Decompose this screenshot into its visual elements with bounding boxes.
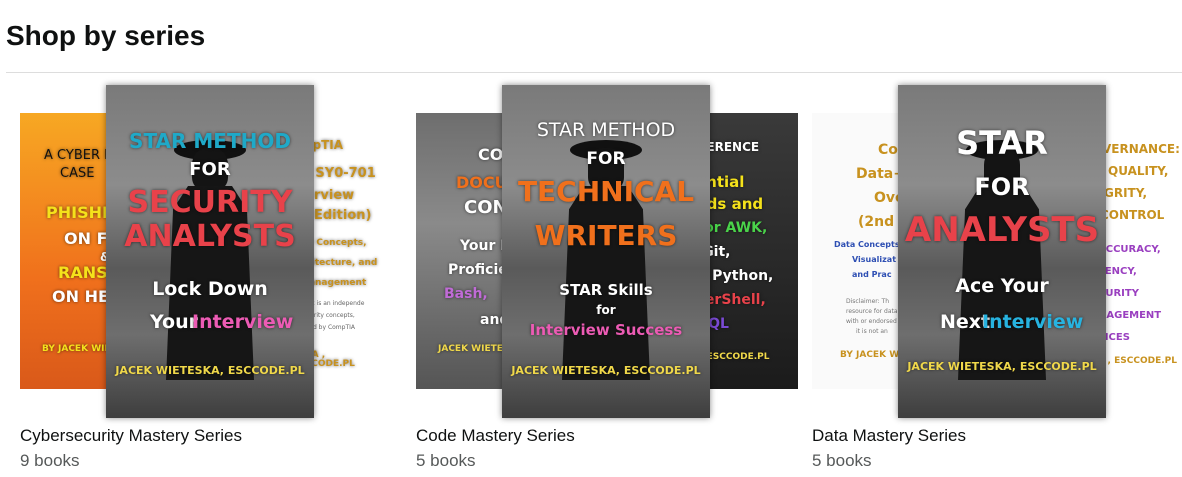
cover-text: SQL xyxy=(698,316,729,332)
cover-text: ential xyxy=(696,173,745,191)
cover-text: Your xyxy=(150,311,198,333)
cover-text: STAR METHOD xyxy=(129,129,291,153)
cover-text: FOR xyxy=(974,173,1030,201)
series-book-count: 9 books xyxy=(20,451,80,470)
cover-text: for AWK, xyxy=(698,220,768,236)
series-card-code[interactable]: CO DOCU CONT Your P Proficie Bash, and J… xyxy=(416,85,798,470)
cover-text: QUALITY, xyxy=(1108,164,1169,178)
cover-text: Interview Success xyxy=(529,321,683,339)
cover-text: JACEK WIETESKA, ESCCODE.PL xyxy=(907,360,1097,373)
cover-text: rview xyxy=(314,188,355,203)
cover-text: CURITY xyxy=(1098,288,1139,299)
series-card-cybersecurity[interactable]: A CYBER F CASE PHISHING ON FIN & RANSOM … xyxy=(20,85,390,470)
series-title[interactable]: Code Mastery Series xyxy=(416,425,575,447)
cover-text: VERNANCE: xyxy=(1102,142,1180,156)
cover-text: Interview xyxy=(982,311,1084,333)
cover-text: for xyxy=(596,303,616,317)
cover-text: TENCY, xyxy=(1098,266,1137,277)
cover-text: STAR xyxy=(956,124,1048,162)
front-book-cover[interactable]: STAR METHOD FOR SECURITY ANALYSTS Lock D… xyxy=(106,85,314,418)
cover-stack[interactable]: A CYBER F CASE PHISHING ON FIN & RANSOM … xyxy=(20,85,390,418)
cover-stack[interactable]: CO DOCU CONT Your P Proficie Bash, and J… xyxy=(416,85,798,418)
series-title[interactable]: Cybersecurity Mastery Series xyxy=(20,425,242,447)
cover-text: TECHNICAL xyxy=(517,175,695,208)
cover-text: Interview xyxy=(192,311,294,333)
cover-text: Ace Your xyxy=(955,275,1049,297)
series-card-data[interactable]: Co Data+ Ove (2nd Data Concepts, Visuali… xyxy=(812,85,1182,470)
cover-text: FOR xyxy=(189,159,231,180)
cover-text: Lock Down xyxy=(152,278,268,300)
front-book-cover[interactable]: STAR FOR ANALYSTS Ace Your Next Intervie… xyxy=(898,85,1106,418)
cover-text: ANALYSTS xyxy=(904,210,1100,250)
cover-text: JACEK WIETESKA, ESCCODE.PL xyxy=(115,364,305,377)
section-heading: Shop by series xyxy=(6,20,206,51)
cover-text: Edition) xyxy=(314,208,372,223)
cover-text: CONTROL xyxy=(1100,208,1165,222)
cover-text: NAGEMENT xyxy=(1098,310,1162,321)
cover-stack[interactable]: Co Data+ Ove (2nd Data Concepts, Visuali… xyxy=(812,85,1182,418)
cover-text: TICES xyxy=(1098,332,1130,343)
series-title[interactable]: Data Mastery Series xyxy=(812,425,966,447)
cover-text: FOR xyxy=(586,149,626,169)
cover-text: SECURITY xyxy=(127,185,293,220)
cover-text: ANALYSTS xyxy=(124,219,296,254)
section-divider xyxy=(6,72,1182,73)
cover-text: STAR METHOD xyxy=(536,119,676,141)
cover-text: JACEK WIETESKA, ESCCODE.PL xyxy=(511,364,701,377)
series-book-count: 5 books xyxy=(416,451,476,470)
cover-text: GRITY, xyxy=(1104,186,1148,200)
cover-text: nds and xyxy=(696,195,764,213)
cover-text: WRITERS xyxy=(534,219,678,252)
series-book-count: 5 books xyxy=(812,451,872,470)
cover-text: STAR Skills xyxy=(559,281,653,299)
cover-text: ACCURACY, xyxy=(1098,244,1161,255)
front-book-cover[interactable]: STAR METHOD FOR TECHNICAL WRITERS STAR S… xyxy=(502,85,710,418)
